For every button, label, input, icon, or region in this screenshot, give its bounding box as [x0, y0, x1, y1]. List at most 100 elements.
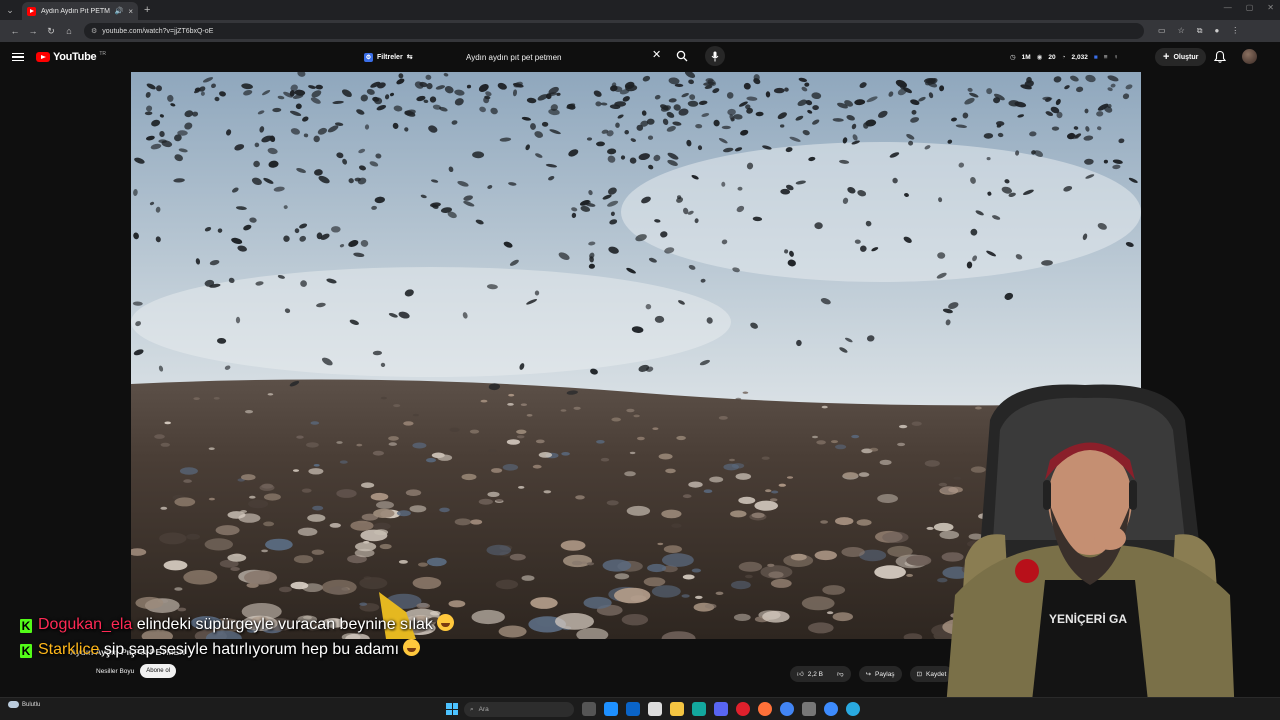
debris — [380, 396, 387, 400]
channel-name[interactable]: Nesiller Boyu — [96, 668, 134, 675]
home-icon[interactable]: ⌂ — [60, 26, 78, 36]
like-button[interactable]: 👍︎ 2,2 B 👎︎ — [790, 666, 851, 682]
extension-badge-icon[interactable]: ■ — [1094, 54, 1098, 61]
weather-widget[interactable]: Bulutlu — [8, 701, 40, 708]
tab-close-icon[interactable]: × — [128, 7, 133, 16]
start-button-windows-icon[interactable] — [446, 703, 458, 715]
reload-icon[interactable]: ↻ — [42, 26, 60, 37]
debris — [730, 510, 747, 518]
taskbar-search[interactable]: ⌕ Ara — [464, 702, 574, 717]
youtube-logo[interactable]: YouTube TR — [36, 51, 106, 63]
debris — [183, 570, 218, 585]
debris — [308, 468, 324, 475]
debris — [313, 464, 320, 467]
bookmark-icon: ⊡ — [916, 671, 923, 678]
debris — [771, 490, 779, 494]
debris — [506, 439, 520, 445]
file-explorer-icon[interactable] — [670, 702, 684, 716]
tab-list-chevron-icon[interactable]: ⌄ — [0, 0, 20, 20]
debris — [439, 507, 450, 513]
lightbulb-icon[interactable]: ♀ — [1114, 54, 1119, 61]
debris — [502, 464, 519, 471]
debris — [767, 563, 775, 567]
firefox-icon[interactable] — [758, 702, 772, 716]
bookmark-star-icon[interactable]: ☆ — [1178, 26, 1185, 36]
minimize-icon[interactable]: — — [1224, 3, 1232, 12]
window-close-icon[interactable]: ✕ — [1267, 3, 1274, 12]
debris — [703, 489, 713, 494]
debris — [832, 612, 853, 622]
debris — [215, 525, 240, 536]
debris — [329, 523, 341, 528]
notifications-bell-icon[interactable] — [1213, 50, 1227, 64]
debris — [495, 579, 519, 590]
debris — [508, 393, 515, 397]
debris — [906, 555, 932, 566]
voice-search-button[interactable] — [705, 46, 725, 66]
task-view-icon[interactable] — [582, 702, 596, 716]
address-bar[interactable]: ⚙ youtube.com/watch?v=jjZT6bxQ-oE — [84, 23, 1144, 39]
new-tab-icon[interactable]: + — [144, 4, 150, 16]
cast-icon[interactable]: ▭ — [1158, 26, 1166, 36]
debris — [412, 576, 442, 590]
forward-icon[interactable]: → — [24, 26, 42, 36]
chat-text: elindeki süpürgeyle vuracan beynine sıla… — [136, 616, 433, 633]
store-icon[interactable] — [648, 702, 662, 716]
browser-menu-icon[interactable]: ⋮ — [1231, 26, 1239, 36]
telegram-icon[interactable] — [846, 702, 860, 716]
debris — [412, 442, 427, 449]
debris — [682, 494, 692, 499]
chrome-icon[interactable] — [780, 702, 794, 716]
discord-icon[interactable] — [714, 702, 728, 716]
filter-button[interactable]: ⚙ Filtreler ⇆ — [364, 50, 413, 64]
debris — [709, 476, 724, 483]
debris — [704, 603, 717, 609]
maximize-icon[interactable]: ▢ — [1246, 3, 1254, 12]
debris — [820, 520, 828, 524]
extensions-icon[interactable]: ⧉ — [1197, 26, 1203, 36]
speaker-icon[interactable]: 🔊 — [115, 7, 124, 15]
create-button[interactable]: + Oluştur — [1155, 48, 1207, 66]
debris — [488, 448, 497, 453]
streamer-webcam-overlay: YENİÇERİ GA — [945, 384, 1235, 720]
debris — [606, 500, 619, 506]
kick-badge-icon: K — [20, 619, 32, 633]
logo-text: YouTube — [53, 51, 97, 63]
debris — [681, 594, 690, 598]
debris — [874, 565, 906, 579]
browser-tab-youtube[interactable]: Aydın Aydın Pıt PETMEN 🔊 × — [22, 2, 138, 20]
debris — [186, 533, 200, 540]
debris — [469, 429, 480, 434]
profile-icon[interactable]: ● — [1214, 26, 1219, 36]
debris — [688, 481, 703, 488]
debris — [778, 483, 786, 487]
debris — [193, 397, 200, 400]
settings-gear-icon[interactable] — [802, 702, 816, 716]
debris — [374, 529, 389, 536]
list-icon[interactable]: ≡ — [1104, 54, 1108, 61]
debris — [760, 565, 793, 579]
back-icon[interactable]: ← — [6, 26, 24, 36]
thumbs-down-icon[interactable]: 👎︎ — [837, 670, 844, 678]
debris — [448, 600, 466, 608]
copilot-icon[interactable] — [604, 702, 618, 716]
opera-icon[interactable] — [736, 702, 750, 716]
subscribe-button[interactable]: Abone ol — [140, 664, 176, 678]
chat-username: Starklice — [38, 641, 100, 658]
app-icon[interactable] — [824, 702, 838, 716]
debris — [731, 580, 751, 590]
share-button[interactable]: ↪ Paylaş — [858, 666, 902, 682]
debris — [393, 404, 401, 408]
debris — [718, 416, 728, 420]
debris — [516, 435, 525, 439]
site-info-icon[interactable]: ⚙ — [91, 27, 97, 35]
outlook-icon[interactable] — [626, 702, 640, 716]
account-avatar[interactable] — [1242, 49, 1257, 64]
edge-icon[interactable] — [692, 702, 706, 716]
search-button[interactable] — [672, 46, 692, 66]
search-input[interactable] — [466, 52, 646, 62]
menu-icon[interactable] — [12, 52, 24, 62]
bird — [986, 157, 991, 161]
debris — [899, 424, 908, 429]
clear-search-icon[interactable]: ✕ — [652, 48, 661, 61]
